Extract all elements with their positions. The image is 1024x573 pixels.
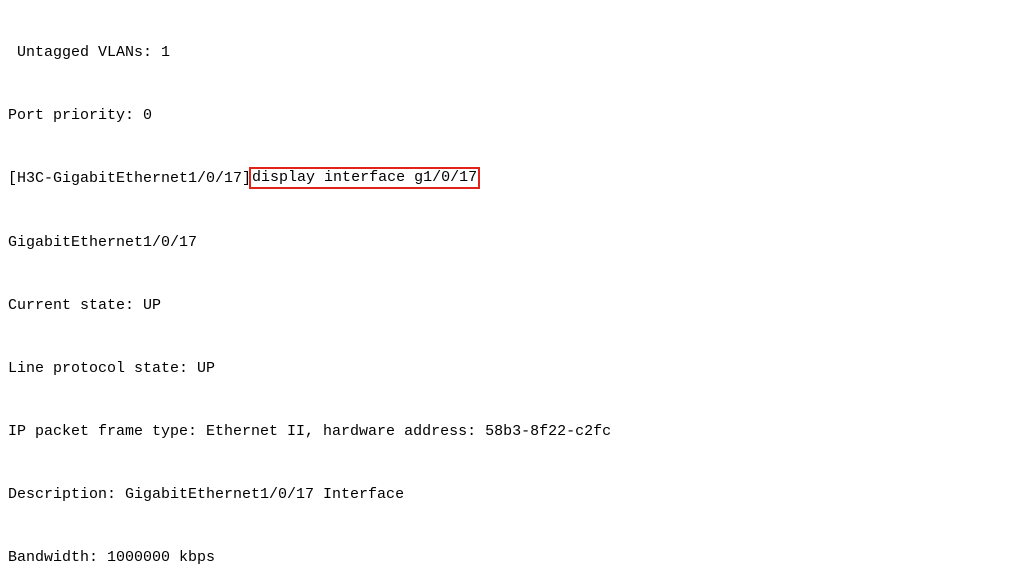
highlight-command: display interface g1/0/17: [249, 167, 480, 189]
prompt-text: [H3C-GigabitEthernet1/0/17]: [8, 170, 251, 187]
output-line: IP packet frame type: Ethernet II, hardw…: [8, 421, 1016, 442]
output-line: Bandwidth: 1000000 kbps: [8, 547, 1016, 568]
output-line: Description: GigabitEthernet1/0/17 Inter…: [8, 484, 1016, 505]
output-line: Port priority: 0: [8, 105, 1016, 126]
output-line: Current state: UP: [8, 295, 1016, 316]
output-line: Line protocol state: UP: [8, 358, 1016, 379]
terminal-output: Untagged VLANs: 1 Port priority: 0 [H3C-…: [0, 0, 1024, 573]
output-line: Untagged VLANs: 1: [8, 42, 1016, 63]
command-line: [H3C-GigabitEthernet1/0/17]display inter…: [8, 168, 1016, 190]
output-line: GigabitEthernet1/0/17: [8, 232, 1016, 253]
